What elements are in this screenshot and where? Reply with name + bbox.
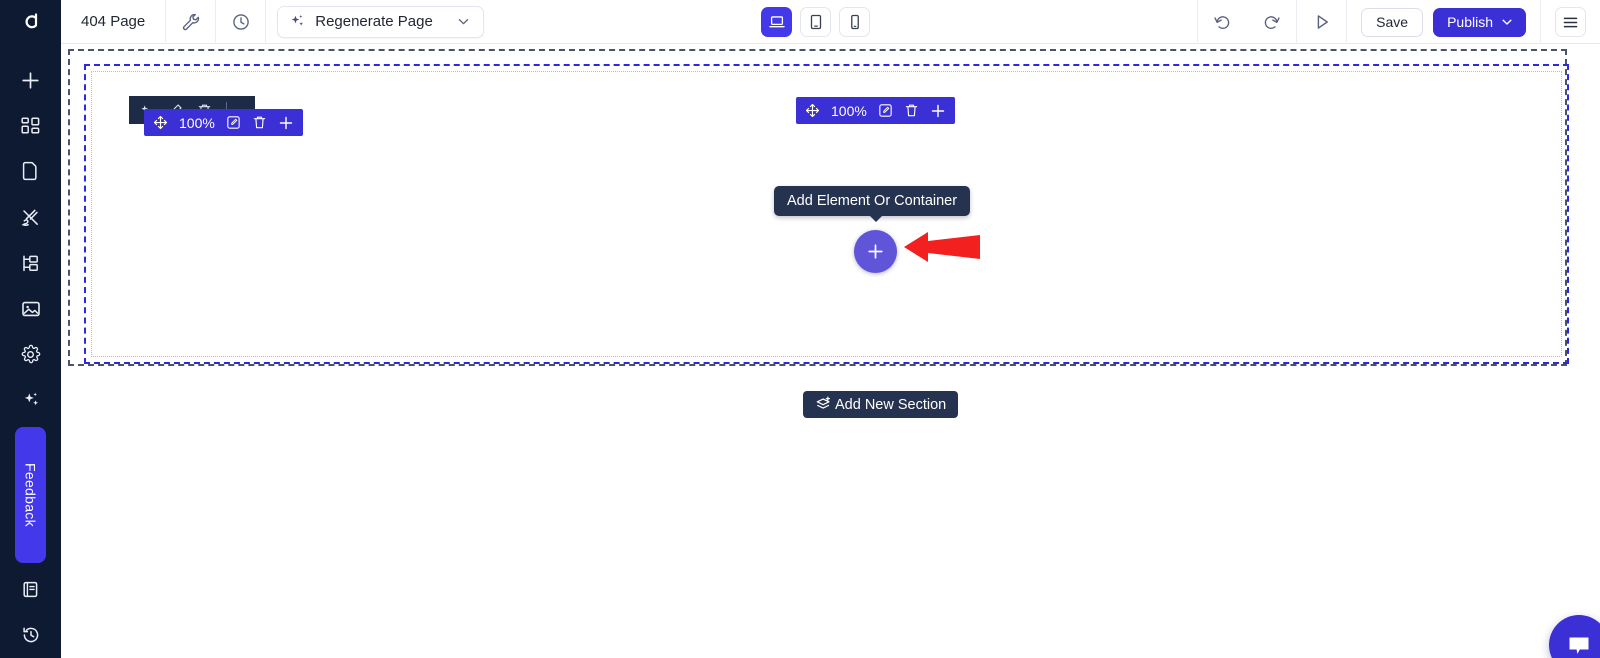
sparkles-icon [291, 15, 304, 26]
container-delete-button[interactable] [904, 103, 919, 118]
plus-icon [868, 244, 883, 259]
red-arrow-annotation [904, 232, 980, 262]
feedback-label: Feedback [22, 462, 39, 527]
plus-icon [22, 72, 39, 89]
sidebar-item-add[interactable] [0, 58, 61, 104]
hamburger-menu-icon [1563, 17, 1578, 27]
wrench-icon [182, 13, 199, 30]
move-arrows-icon [153, 115, 168, 130]
divider [1346, 0, 1348, 44]
element-zoom-label: 100% [179, 114, 215, 131]
chevron-down-icon [1502, 19, 1512, 25]
chevron-down-icon [458, 18, 469, 25]
plus-icon [279, 116, 293, 129]
move-arrows-icon [805, 103, 820, 118]
regenerate-page-button[interactable]: Regenerate Page [277, 5, 484, 38]
save-button[interactable]: Save [1361, 7, 1424, 37]
feedback-tab[interactable]: Feedback [15, 426, 46, 563]
device-mobile-button[interactable] [839, 7, 870, 37]
divider [1540, 0, 1541, 44]
add-new-section-label: Add New Section [835, 396, 947, 413]
layers-tree-icon [23, 254, 38, 271]
trash-icon [905, 104, 918, 117]
add-new-section-button[interactable]: Add New Section [803, 391, 959, 418]
revision-history-button[interactable] [216, 0, 265, 44]
sidebar-item-ai[interactable] [0, 377, 61, 423]
edit-pencil-icon [879, 104, 892, 117]
chat-widget-button[interactable] [1549, 615, 1600, 658]
laptop-icon [768, 16, 785, 28]
play-preview-icon [1317, 15, 1328, 29]
edit-pencil-icon [227, 116, 240, 129]
page-canvas: 100% 100% Add Element Or Container Add N… [61, 44, 1600, 658]
container-edit-button[interactable] [878, 103, 893, 118]
top-toolbar: 404 Page Regenerate Page Save Publish [61, 0, 1600, 44]
app-root: Feedback 404 Page Regenerate Page Save P… [0, 0, 1600, 658]
history-clock-icon [22, 627, 38, 643]
brush-pen-icon [21, 209, 38, 226]
chat-bubble-icon [1569, 637, 1589, 654]
preview-button[interactable] [1297, 0, 1346, 44]
top-right-actions: Save Publish [1197, 0, 1600, 44]
redo-button[interactable] [1247, 0, 1296, 44]
container-add-button[interactable] [930, 103, 946, 119]
sidebar-item-layers[interactable] [0, 240, 61, 286]
gear-icon [21, 344, 41, 364]
tablet-icon [810, 14, 821, 30]
container-toolbar[interactable]: 100% [796, 97, 955, 124]
add-element-button[interactable] [854, 230, 897, 273]
regenerate-page-label: Regenerate Page [315, 13, 433, 30]
element-toolbar[interactable]: 100% [144, 109, 303, 136]
divider [265, 0, 267, 44]
add-element-tooltip: Add Element Or Container [774, 186, 971, 222]
sidebar-item-media[interactable] [0, 286, 61, 332]
trash-icon [253, 116, 266, 129]
element-delete-button[interactable] [252, 115, 267, 130]
settings-wrench-button[interactable] [166, 0, 215, 44]
app-logo[interactable] [0, 0, 61, 41]
sidebar-item-history[interactable] [0, 612, 61, 658]
device-switcher [761, 7, 870, 37]
element-edit-button[interactable] [226, 115, 241, 130]
sidebar-item-docs[interactable] [0, 567, 61, 613]
page-title: 404 Page [81, 13, 146, 30]
grid-apps-icon [21, 117, 40, 134]
sparkles-icon [24, 392, 38, 406]
element-add-button[interactable] [278, 115, 294, 131]
droip-d-logo-icon [24, 13, 37, 29]
layers-plus-icon [816, 396, 830, 409]
add-element-tooltip-label: Add Element Or Container [787, 193, 958, 209]
main-menu-button[interactable] [1555, 7, 1586, 37]
undo-arrow-icon [1214, 15, 1230, 29]
clock-icon [232, 13, 249, 30]
image-icon [21, 301, 40, 316]
sidebar-item-style[interactable] [0, 195, 61, 241]
publish-label: Publish [1447, 14, 1493, 30]
book-icon [23, 581, 38, 598]
device-desktop-button[interactable] [761, 7, 792, 37]
publish-button[interactable]: Publish [1433, 7, 1526, 37]
page-file-icon [22, 162, 37, 181]
undo-button[interactable] [1198, 0, 1247, 44]
left-sidebar: Feedback [0, 0, 61, 658]
redo-arrow-icon [1264, 15, 1280, 29]
sidebar-item-pages[interactable] [0, 149, 61, 195]
sidebar-item-apps[interactable] [0, 103, 61, 149]
plus-icon [931, 104, 945, 117]
mobile-icon [850, 14, 859, 30]
container-zoom-label: 100% [831, 102, 867, 119]
device-tablet-button[interactable] [800, 7, 831, 37]
sidebar-item-settings[interactable] [0, 331, 61, 377]
